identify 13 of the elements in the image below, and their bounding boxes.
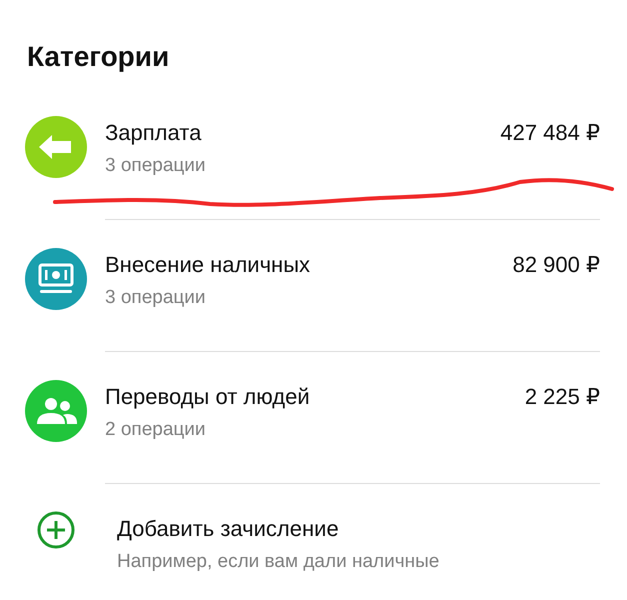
operation-count: 3 операции (105, 286, 207, 310)
category-name: Переводы от людей (105, 383, 310, 411)
category-amount: 82 900 ₽ (512, 251, 600, 279)
category-amount: 427 484 ₽ (500, 119, 600, 147)
category-name: Зарплата (105, 119, 202, 147)
category-name: Внесение наличных (105, 251, 310, 279)
operation-count: 2 операции (105, 418, 207, 442)
add-income-link[interactable]: Добавить зачисление (117, 514, 440, 544)
section-title: Категории (26, 40, 170, 74)
category-amount: 2 225 ₽ (524, 383, 600, 411)
add-icon[interactable] (37, 511, 75, 549)
operation-count: 3 операции (105, 154, 207, 178)
add-hint: Например, если вам дали наличные (117, 550, 440, 574)
